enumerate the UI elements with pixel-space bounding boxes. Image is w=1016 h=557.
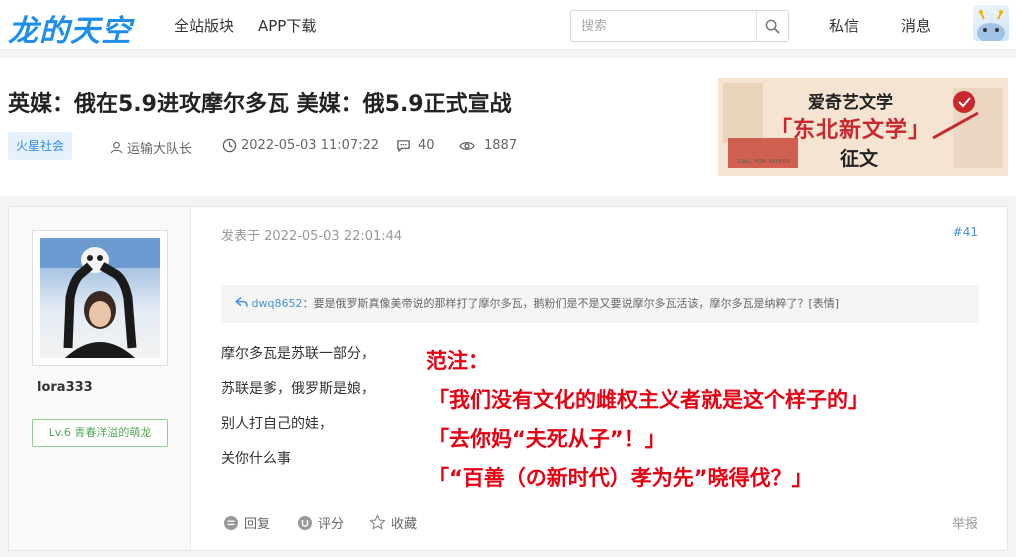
avatar-photo bbox=[40, 238, 160, 358]
thread-header: 英媒：俄在5.9进攻摩尔多瓦 美媒：俄5.9正式宣战 火星社会 运输大队长 20… bbox=[0, 58, 1016, 196]
post-author-sidebar: lora333 Lv.6 青春洋溢的萌龙 bbox=[9, 207, 191, 550]
site-logo[interactable]: 龙的天空 bbox=[8, 6, 132, 50]
view-count-text: 1887 bbox=[484, 138, 518, 153]
notifications-link[interactable]: 消息 bbox=[901, 15, 931, 36]
user-avatar-top[interactable] bbox=[973, 5, 1009, 41]
user-level-badge[interactable]: Lv.6 青春洋溢的萌龙 bbox=[32, 419, 168, 447]
comment-icon bbox=[397, 140, 410, 152]
favorite-label: 收藏 bbox=[391, 517, 418, 532]
rate-button[interactable]: 评分 bbox=[297, 513, 344, 532]
thread-title: 英媒：俄在5.9进攻摩尔多瓦 美媒：俄5.9正式宣战 bbox=[8, 92, 512, 117]
banner-line-2: 「东北新文学」 bbox=[770, 117, 932, 143]
report-button[interactable]: 举报 bbox=[952, 513, 978, 532]
reply-count: 40 bbox=[396, 138, 435, 153]
avatar-figure bbox=[40, 238, 160, 358]
post-body-line: 苏联是爹，俄罗斯是娘， bbox=[221, 381, 375, 397]
top-nav-bar: 龙的天空 全站版块 APP下载 私信 消息 bbox=[0, 0, 1016, 50]
eye-icon bbox=[459, 141, 475, 150]
star-icon bbox=[369, 514, 386, 530]
reply-button[interactable]: 回复 bbox=[223, 513, 270, 532]
banner-line-3: 征文 bbox=[840, 148, 879, 170]
nav-all-forums[interactable]: 全站版块 bbox=[174, 15, 234, 36]
banner-line-1: 爱奇艺文学 bbox=[808, 93, 893, 113]
post-body-line: 别人打自己的娃， bbox=[221, 416, 333, 432]
reply-arrow-icon bbox=[235, 297, 248, 307]
ad-banner[interactable]: 爱奇艺文学 「东北新文学」 征文 CALL FOR PAPERS bbox=[718, 78, 1008, 176]
reply-label: 回复 bbox=[244, 517, 271, 532]
clock-icon bbox=[222, 138, 237, 153]
search-icon bbox=[765, 19, 780, 33]
reply-icon bbox=[224, 515, 238, 530]
quoted-username[interactable]: dwq8652 bbox=[252, 297, 303, 310]
post-username[interactable]: lora333 bbox=[37, 380, 93, 395]
rate-label: 评分 bbox=[318, 517, 345, 532]
post-user-avatar[interactable] bbox=[32, 230, 168, 366]
annotation-line: 「“百善（の新时代）孝为先”晓得伐？」 bbox=[428, 466, 813, 490]
quoted-reply: dwq8652：要是俄罗斯真像美帝说的那样打了摩尔多瓦，鹅粉们是不是又要说摩尔多… bbox=[221, 285, 979, 323]
search-button[interactable] bbox=[756, 11, 788, 41]
datetime-text: 2022-05-03 11:07:22 bbox=[241, 138, 380, 153]
rate-icon bbox=[298, 515, 312, 530]
nav-app-download[interactable]: APP下载 bbox=[258, 15, 316, 36]
search-box bbox=[570, 10, 789, 42]
user-icon bbox=[110, 141, 123, 154]
favorite-button[interactable]: 收藏 bbox=[369, 513, 417, 532]
post-timestamp: 发表于 2022-05-03 22:01:44 bbox=[221, 229, 403, 244]
author-name: 运输大队长 bbox=[127, 142, 193, 157]
annotation-line: 范注： bbox=[426, 349, 489, 373]
post-body-line: 关你什么事 bbox=[221, 451, 291, 467]
quoted-text: ：要是俄罗斯真像美帝说的那样打了摩尔多瓦，鹅粉们是不是又要说摩尔多瓦活该，摩尔多… bbox=[302, 297, 840, 310]
search-input[interactable] bbox=[571, 11, 757, 41]
forum-tag[interactable]: 火星社会 bbox=[8, 132, 73, 160]
private-messages-link[interactable]: 私信 bbox=[829, 15, 859, 36]
annotation-line: 「去你妈“夫死从子”！」 bbox=[428, 427, 666, 451]
post-card: lora333 Lv.6 青春洋溢的萌龙 发表于 2022-05-03 22:0… bbox=[8, 206, 1008, 551]
thread-author[interactable]: 运输大队长 bbox=[110, 138, 192, 157]
view-count: 1887 bbox=[459, 138, 517, 153]
dragon-avatar-icon bbox=[977, 10, 1005, 41]
reply-count-text: 40 bbox=[418, 138, 435, 153]
post-floor-number[interactable]: #41 bbox=[953, 225, 978, 239]
post-body-line: 摩尔多瓦是苏联一部分， bbox=[221, 346, 375, 362]
thread-datetime: 2022-05-03 11:07:22 bbox=[222, 138, 379, 153]
banner-small-text: CALL FOR PAPERS bbox=[738, 159, 791, 165]
annotation-line: 「我们没有文化的雌权主义者就是这个样子的」 bbox=[428, 388, 869, 412]
